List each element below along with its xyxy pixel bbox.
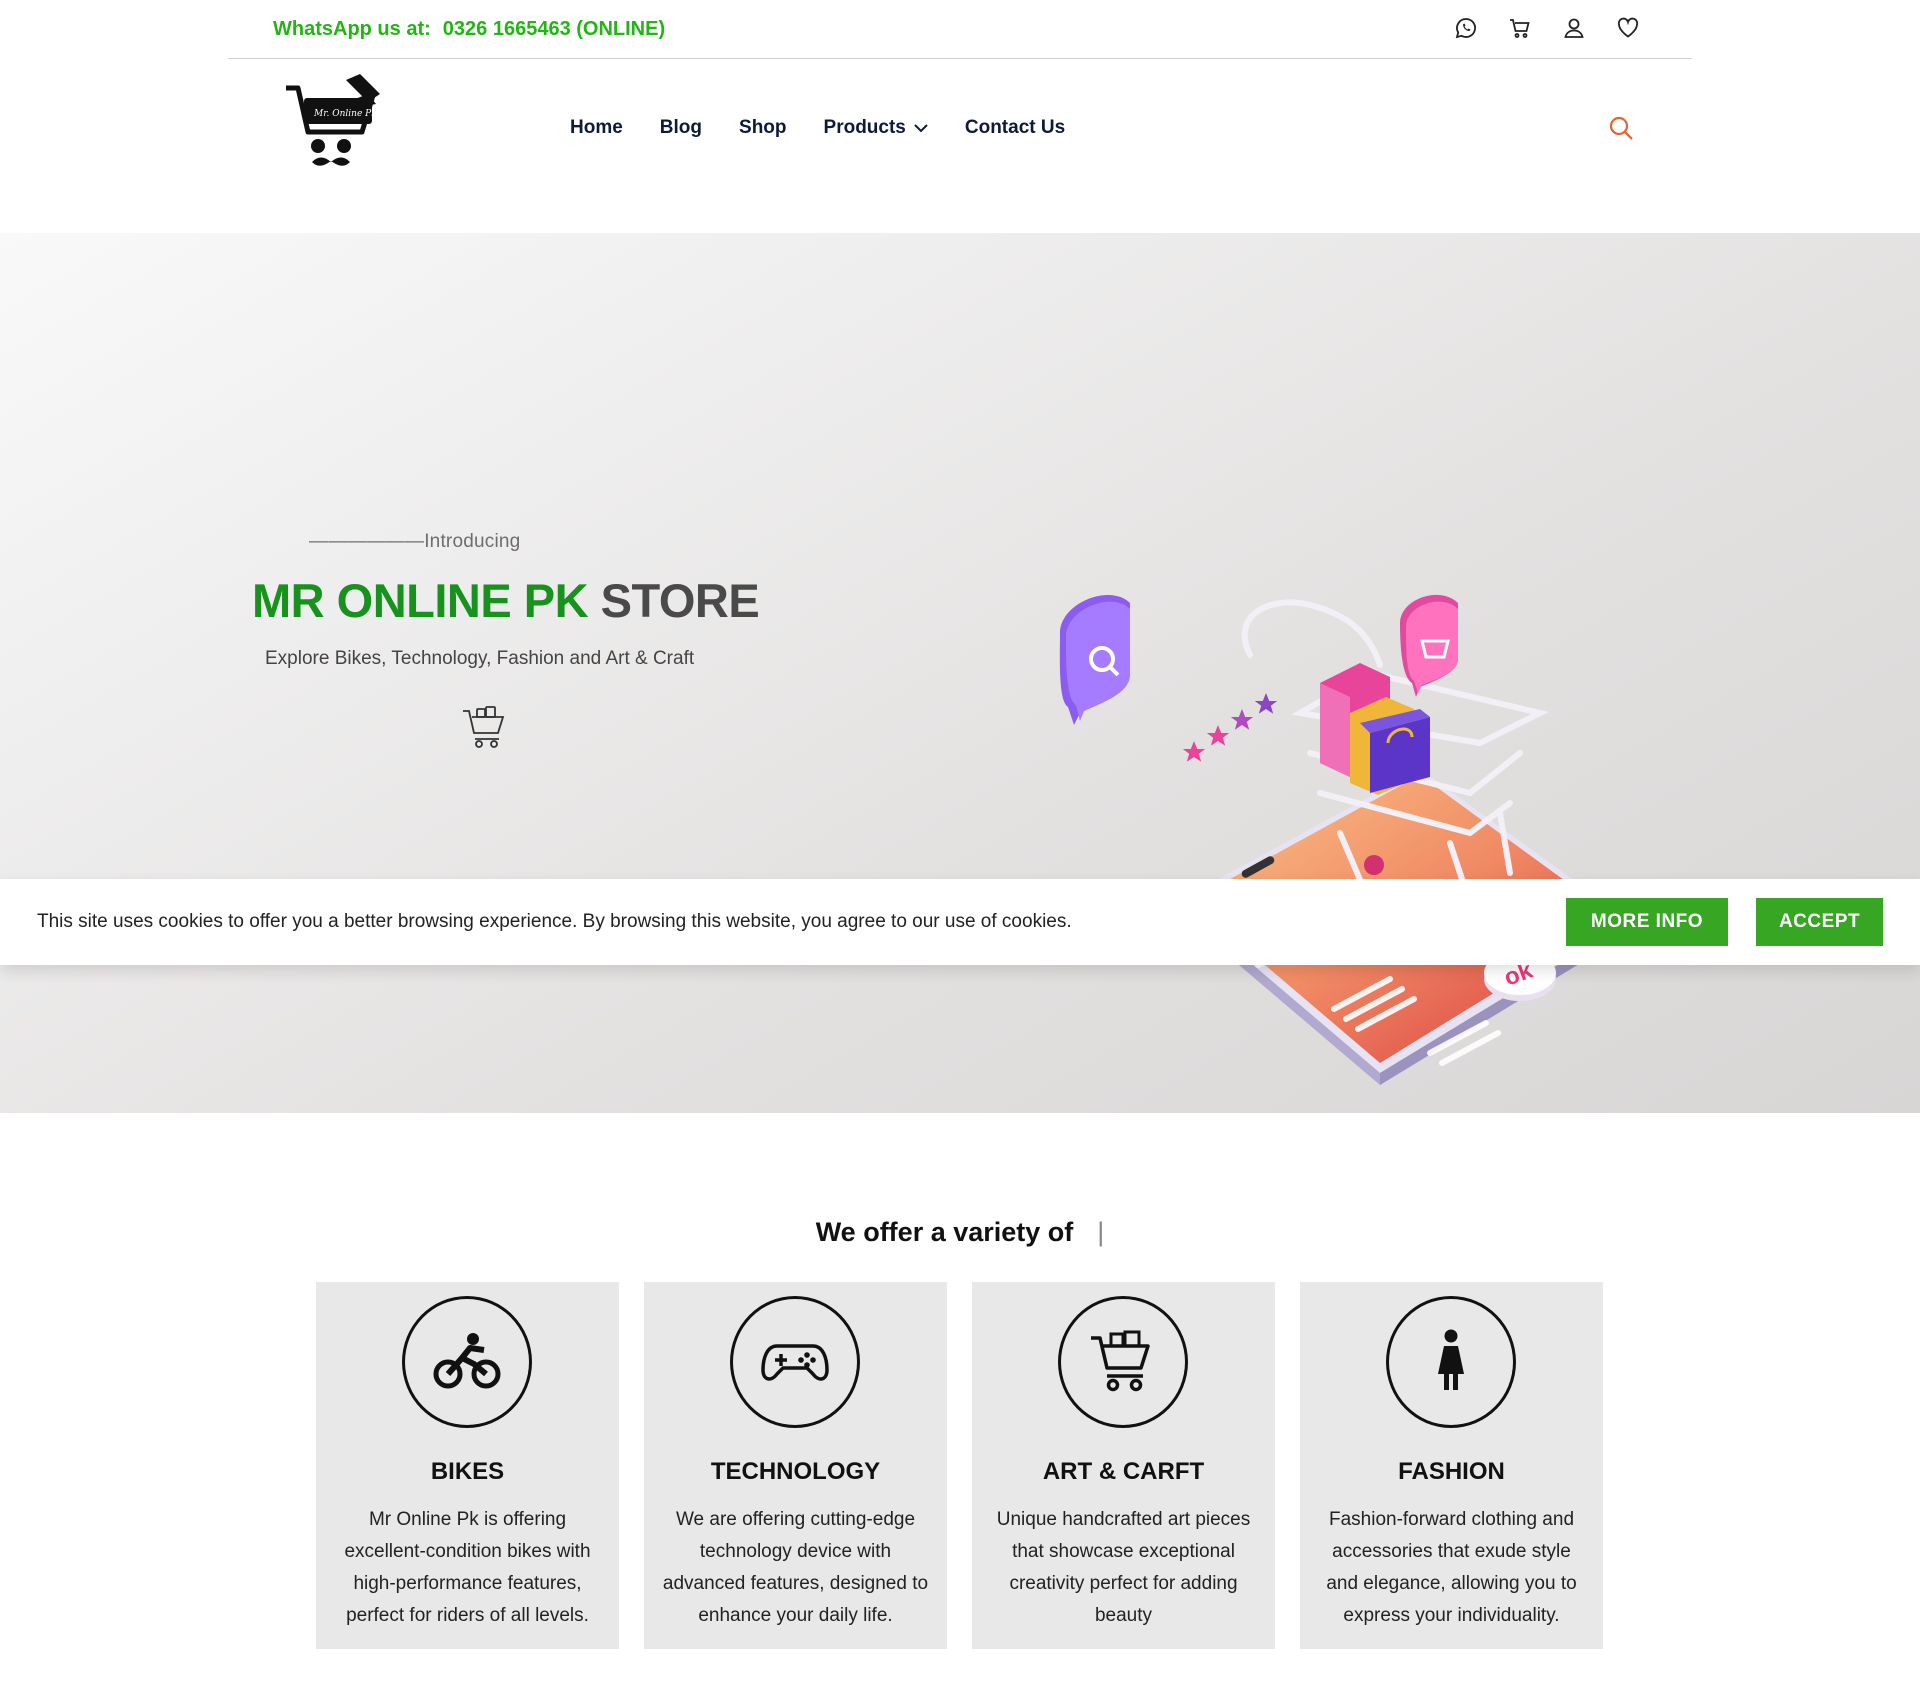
cart-icon[interactable] xyxy=(1508,16,1532,40)
category-card-art-craft[interactable]: ART & CARFT Unique handcrafted art piece… xyxy=(972,1282,1275,1649)
hero-section: ——————Introducing MR ONLINE PK STORE Exp… xyxy=(0,233,1920,1113)
hero-subtitle: Explore Bikes, Technology, Fashion and A… xyxy=(265,648,695,669)
category-card-fashion[interactable]: FASHION Fashion-forward clothing and acc… xyxy=(1300,1282,1603,1649)
category-card-technology[interactable]: TECHNOLOGY We are offering cutting-edge … xyxy=(644,1282,947,1649)
nav-home[interactable]: Home xyxy=(570,117,623,139)
category-description: Mr Online Pk is offering excellent-condi… xyxy=(344,1509,591,1626)
whatsapp-contact[interactable]: WhatsApp us at: 0326 1665463 (ONLINE) xyxy=(273,18,665,41)
logo-text: Mr. Online Pk xyxy=(313,109,377,119)
nav-contact[interactable]: Contact Us xyxy=(965,117,1065,139)
accept-cookies-button[interactable]: ACCEPT xyxy=(1756,898,1883,946)
woman-icon xyxy=(1438,1329,1464,1390)
category-title: ART & CARFT xyxy=(1042,1458,1205,1485)
category-title: FASHION xyxy=(1398,1458,1505,1485)
whatsapp-icon[interactable] xyxy=(1454,16,1478,40)
main-nav: Home Blog Shop Products Contact Us xyxy=(570,117,1102,139)
shop-cart-icon[interactable] xyxy=(461,705,507,749)
category-icon-circle xyxy=(1058,1296,1188,1428)
hero-title: MR ONLINE PK STORE xyxy=(252,573,760,628)
bike-icon xyxy=(433,1333,501,1389)
gamepad-icon xyxy=(761,1344,829,1381)
category-description: We are offering cutting-edge technology … xyxy=(662,1509,929,1626)
category-icon-circle xyxy=(730,1296,860,1428)
more-info-button[interactable]: MORE INFO xyxy=(1566,898,1728,946)
nav-shop[interactable]: Shop xyxy=(739,117,787,139)
hero-intro: ——————Introducing xyxy=(309,531,521,552)
hero-title-store: STORE xyxy=(600,574,760,627)
offer-title: We offer a variety of | xyxy=(0,1217,1920,1248)
top-bar: WhatsApp us at: 0326 1665463 (ONLINE) xyxy=(228,0,1692,59)
whatsapp-number[interactable]: 0326 1665463 (ONLINE) xyxy=(443,18,665,40)
basket-cart-icon xyxy=(1091,1330,1150,1392)
chevron-down-icon xyxy=(914,124,928,133)
top-icons xyxy=(1454,16,1640,40)
nav-products-label: Products xyxy=(823,117,906,138)
category-cards: BIKES Mr Online Pk is offering excellent… xyxy=(316,1282,1603,1649)
category-title: TECHNOLOGY xyxy=(710,1458,881,1485)
nav-blog[interactable]: Blog xyxy=(660,117,702,139)
site-logo[interactable]: Mr. Online Pk xyxy=(282,74,388,172)
offer-title-text: We offer a variety of xyxy=(815,1217,1074,1247)
search-icon[interactable] xyxy=(1608,115,1634,141)
heart-icon[interactable] xyxy=(1616,16,1640,40)
category-icon-circle xyxy=(402,1296,532,1428)
category-card-bikes[interactable]: BIKES Mr Online Pk is offering excellent… xyxy=(316,1282,619,1649)
cookie-banner: This site uses cookies to offer you a be… xyxy=(0,879,1920,965)
whatsapp-label: WhatsApp us at: xyxy=(273,18,431,40)
hero-title-brand: MR ONLINE PK xyxy=(252,574,589,627)
user-icon[interactable] xyxy=(1562,16,1586,40)
typing-cursor: | xyxy=(1097,1217,1105,1247)
category-description: Unique handcrafted art pieces that showc… xyxy=(996,1509,1251,1626)
cookie-message: This site uses cookies to offer you a be… xyxy=(37,911,1072,932)
category-title: BIKES xyxy=(430,1458,505,1485)
category-description: Fashion-forward clothing and accessories… xyxy=(1326,1509,1577,1626)
category-icon-circle xyxy=(1386,1296,1516,1428)
shopping-phone-illustration: ok xyxy=(1059,594,1630,1085)
nav-products[interactable]: Products xyxy=(824,117,928,139)
